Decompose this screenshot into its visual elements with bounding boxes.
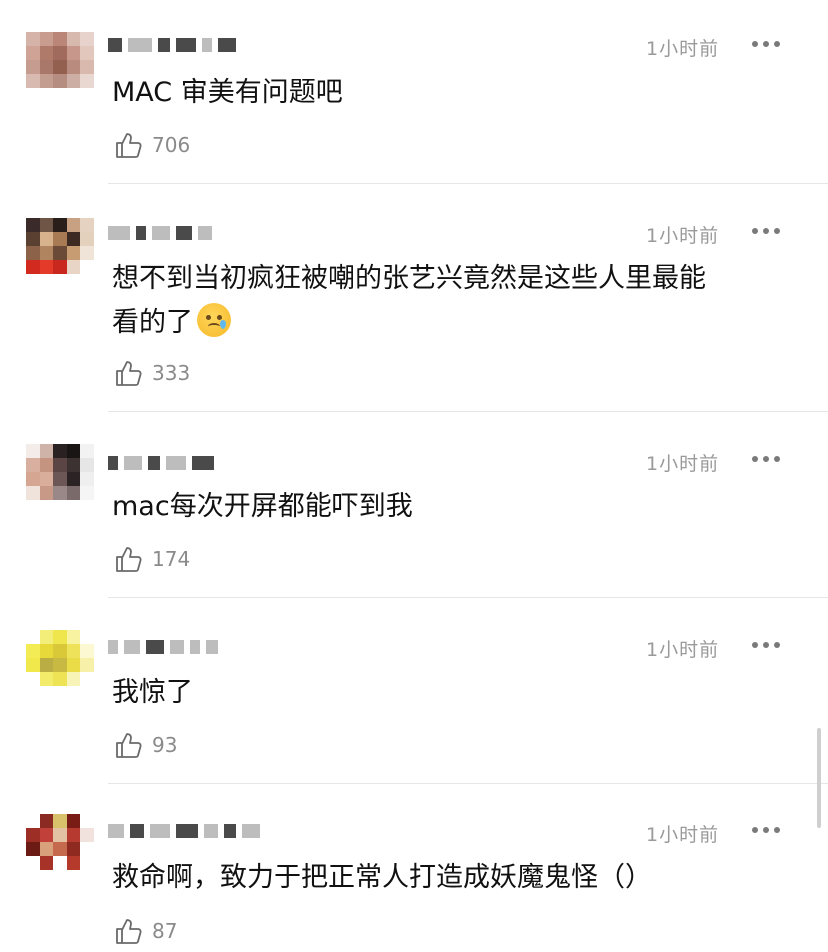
- like-button[interactable]: 93: [114, 730, 177, 760]
- avatar[interactable]: [26, 630, 94, 686]
- comment-text: mac每次开屏都能吓到我: [112, 491, 413, 522]
- like-count: 93: [152, 733, 178, 757]
- username[interactable]: [108, 638, 258, 656]
- timestamp: 1小时前: [646, 824, 720, 846]
- comment-text: 救命啊，致力于把正常人打造成妖魔鬼怪（）: [112, 862, 652, 893]
- avatar[interactable]: [26, 32, 94, 88]
- crying-face-icon: [197, 303, 231, 337]
- comment-text: 我惊了: [112, 677, 193, 708]
- more-dots-icon[interactable]: [752, 451, 784, 467]
- avatar[interactable]: [26, 218, 94, 274]
- username[interactable]: [108, 822, 318, 840]
- thumbs-up-icon: [116, 361, 142, 386]
- username[interactable]: [108, 224, 258, 242]
- username[interactable]: [108, 454, 258, 472]
- like-button[interactable]: 174: [114, 544, 190, 574]
- like-button[interactable]: 333: [114, 358, 190, 388]
- more-dots-icon[interactable]: [752, 36, 784, 52]
- avatar[interactable]: [26, 814, 94, 870]
- timestamp: 1小时前: [646, 639, 720, 661]
- avatar[interactable]: [26, 444, 94, 500]
- thumbs-up-icon: [116, 547, 142, 572]
- like-count: 174: [152, 547, 191, 571]
- divider: [108, 411, 828, 412]
- like-button[interactable]: 706: [114, 130, 190, 160]
- like-count: 87: [152, 919, 178, 943]
- comment-text: MAC 审美有问题吧: [112, 77, 343, 108]
- timestamp: 1小时前: [646, 225, 720, 247]
- thumbs-up-icon: [116, 733, 142, 758]
- more-dots-icon[interactable]: [752, 637, 784, 653]
- comment-text-line: 看的了: [112, 307, 193, 338]
- like-count: 706: [152, 133, 191, 157]
- comment-text-line: 想不到当初疯狂被嘲的张艺兴竟然是这些人里最能: [112, 263, 706, 294]
- username[interactable]: [108, 36, 258, 54]
- thumbs-up-icon: [116, 919, 142, 944]
- comment-text: 想不到当初疯狂被嘲的张艺兴竟然是这些人里最能 看的了: [112, 257, 802, 345]
- more-dots-icon[interactable]: [752, 822, 784, 838]
- like-count: 333: [152, 361, 191, 385]
- thumbs-up-icon: [116, 133, 142, 158]
- divider: [108, 183, 828, 184]
- scrollbar[interactable]: [817, 728, 821, 828]
- timestamp: 1小时前: [646, 38, 720, 60]
- timestamp: 1小时前: [646, 453, 720, 475]
- divider: [108, 597, 828, 598]
- divider: [108, 783, 828, 784]
- more-dots-icon[interactable]: [752, 223, 784, 239]
- like-button[interactable]: 87: [114, 916, 177, 946]
